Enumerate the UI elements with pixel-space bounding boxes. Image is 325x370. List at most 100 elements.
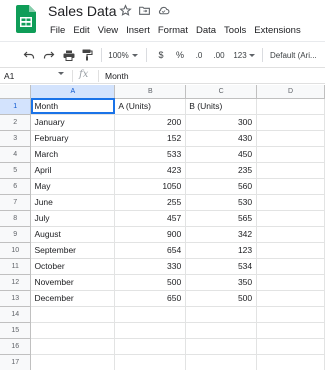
cell-c1[interactable]: B (Units): [185, 98, 258, 115]
sheets-logo-icon[interactable]: [16, 5, 36, 33]
percent-format-button[interactable]: %: [174, 48, 186, 62]
cell-b11[interactable]: 330: [114, 258, 187, 275]
row-header[interactable]: 10: [0, 242, 32, 259]
cell-a14[interactable]: [30, 306, 116, 323]
cell-b7[interactable]: 255: [114, 194, 187, 211]
document-title[interactable]: Sales Data: [48, 3, 116, 20]
cell-c12[interactable]: 350: [185, 274, 258, 291]
cell-d2[interactable]: [256, 114, 325, 131]
cell-b16[interactable]: [114, 338, 187, 355]
cell-c11[interactable]: 534: [185, 258, 258, 275]
cell-d13[interactable]: [256, 290, 325, 307]
undo-icon[interactable]: [22, 48, 36, 62]
cell-a4[interactable]: March: [30, 146, 116, 163]
cell-d10[interactable]: [256, 242, 325, 259]
row-header[interactable]: 4: [0, 146, 32, 163]
cell-b9[interactable]: 900: [114, 226, 187, 243]
cell-a7[interactable]: June: [30, 194, 116, 211]
menu-extensions[interactable]: Extensions: [250, 24, 304, 38]
cell-a5[interactable]: April: [30, 162, 116, 179]
formula-input[interactable]: Month: [105, 70, 129, 82]
menu-data[interactable]: Data: [192, 24, 220, 38]
star-icon[interactable]: [119, 4, 132, 17]
paint-format-icon[interactable]: [80, 48, 94, 62]
cell-b10[interactable]: 654: [114, 242, 187, 259]
cell-d15[interactable]: [256, 322, 325, 339]
cell-c15[interactable]: [185, 322, 258, 339]
font-family-select[interactable]: Default (Ari...: [270, 48, 325, 62]
cell-a6[interactable]: May: [30, 178, 116, 195]
cell-a1[interactable]: Month: [30, 98, 116, 115]
cell-c17[interactable]: [185, 354, 258, 370]
cell-c8[interactable]: 565: [185, 210, 258, 227]
cell-d12[interactable]: [256, 274, 325, 291]
spreadsheet-grid[interactable]: A B C D 1 Month A (Units) B (Units) 2 January…: [0, 85, 325, 370]
cell-b3[interactable]: 152: [114, 130, 187, 147]
cell-a8[interactable]: July: [30, 210, 116, 227]
cell-b8[interactable]: 457: [114, 210, 187, 227]
cell-c9[interactable]: 342: [185, 226, 258, 243]
cell-c10[interactable]: 123: [185, 242, 258, 259]
print-icon[interactable]: [62, 48, 76, 62]
increase-decimal-button[interactable]: .00: [211, 48, 227, 62]
cell-a2[interactable]: January: [30, 114, 116, 131]
column-header-c[interactable]: C: [185, 85, 258, 99]
cell-d16[interactable]: [256, 338, 325, 355]
row-header[interactable]: 5: [0, 162, 32, 179]
cell-b13[interactable]: 650: [114, 290, 187, 307]
row-header[interactable]: 3: [0, 130, 32, 147]
cell-a17[interactable]: [30, 354, 116, 370]
cell-b17[interactable]: [114, 354, 187, 370]
cell-d6[interactable]: [256, 178, 325, 195]
menu-file[interactable]: File: [46, 24, 69, 38]
row-header[interactable]: 6: [0, 178, 32, 195]
cell-a13[interactable]: December: [30, 290, 116, 307]
row-header[interactable]: 11: [0, 258, 32, 275]
cell-a12[interactable]: November: [30, 274, 116, 291]
cell-c14[interactable]: [185, 306, 258, 323]
cell-a16[interactable]: [30, 338, 116, 355]
cell-a11[interactable]: October: [30, 258, 116, 275]
row-header[interactable]: 17: [0, 354, 32, 370]
cell-a10[interactable]: September: [30, 242, 116, 259]
cell-b12[interactable]: 500: [114, 274, 187, 291]
menu-tools[interactable]: Tools: [220, 24, 250, 38]
cell-c2[interactable]: 300: [185, 114, 258, 131]
cell-a3[interactable]: February: [30, 130, 116, 147]
menu-edit[interactable]: Edit: [69, 24, 93, 38]
cell-d17[interactable]: [256, 354, 325, 370]
cell-c4[interactable]: 450: [185, 146, 258, 163]
cell-d4[interactable]: [256, 146, 325, 163]
row-header[interactable]: 16: [0, 338, 32, 355]
cell-d9[interactable]: [256, 226, 325, 243]
cell-d1[interactable]: [256, 98, 325, 115]
cell-b2[interactable]: 200: [114, 114, 187, 131]
cell-d11[interactable]: [256, 258, 325, 275]
cell-c5[interactable]: 235: [185, 162, 258, 179]
column-header-a[interactable]: A: [30, 85, 116, 99]
row-header[interactable]: 8: [0, 210, 32, 227]
menu-view[interactable]: View: [94, 24, 122, 38]
row-header[interactable]: 9: [0, 226, 32, 243]
row-header[interactable]: 1: [0, 98, 32, 115]
menu-insert[interactable]: Insert: [122, 24, 154, 38]
select-all-corner[interactable]: [0, 85, 32, 99]
cell-c7[interactable]: 530: [185, 194, 258, 211]
cell-c16[interactable]: [185, 338, 258, 355]
cell-b15[interactable]: [114, 322, 187, 339]
decrease-decimal-button[interactable]: .0: [192, 48, 206, 62]
zoom-select[interactable]: 100%: [108, 48, 138, 62]
cell-b1[interactable]: A (Units): [114, 98, 187, 115]
row-header[interactable]: 7: [0, 194, 32, 211]
cell-c13[interactable]: 500: [185, 290, 258, 307]
chevron-down-icon[interactable]: [58, 72, 64, 75]
cloud-status-icon[interactable]: [157, 4, 170, 17]
row-header[interactable]: 2: [0, 114, 32, 131]
cell-a9[interactable]: August: [30, 226, 116, 243]
row-header[interactable]: 12: [0, 274, 32, 291]
cell-c3[interactable]: 430: [185, 130, 258, 147]
cell-b5[interactable]: 423: [114, 162, 187, 179]
cell-d5[interactable]: [256, 162, 325, 179]
row-header[interactable]: 14: [0, 306, 32, 323]
row-header[interactable]: 15: [0, 322, 32, 339]
